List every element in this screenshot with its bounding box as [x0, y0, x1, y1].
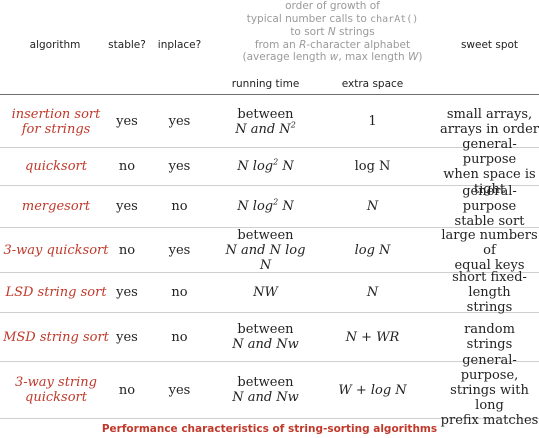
header-line-5-prefix: (average length — [242, 51, 330, 63]
table-row-algorithm: 3-way quicksort — [0, 228, 112, 272]
stable-value: yes — [116, 329, 138, 345]
sweet-spot-value: short fixed-length strings — [440, 270, 539, 315]
running-time-text: N log — [237, 159, 274, 174]
algorithm-name-line: for strings — [21, 121, 91, 137]
sweet-spot-line: arrays in order — [440, 121, 539, 137]
running-time-text: N log — [237, 199, 274, 214]
table-row-algorithm: MSD string sort — [0, 313, 112, 361]
sweet-spot-value: general-purpose, strings with long prefi… — [440, 353, 539, 428]
header-var-W: W — [408, 51, 419, 63]
table-row-algorithm: mergesort — [0, 186, 112, 227]
stable-value: no — [118, 382, 136, 398]
col-header-algorithm: algorithm — [29, 39, 81, 51]
stable-value: yes — [116, 199, 138, 214]
running-time-value: N log2 N — [218, 186, 313, 227]
col-header-running-time: running time — [231, 78, 300, 90]
exponent: 2 — [290, 120, 296, 130]
stable-value: yes — [116, 114, 138, 129]
algorithm-name-line: insertion sort — [11, 106, 101, 122]
sweet-spot-line: strings with long — [450, 382, 529, 413]
sweet-spot-line: short fixed-length — [452, 270, 527, 300]
header-line-4-suffix: -character alphabet — [306, 38, 411, 51]
header-line-4: from an R-character alphabet — [220, 39, 445, 52]
header-rule — [0, 94, 539, 95]
extra-space-value: N — [366, 199, 379, 214]
header-line-3: to sort N strings — [220, 26, 445, 39]
inplace-value: yes — [168, 114, 191, 129]
extra-space-value: W + log N — [338, 382, 407, 398]
running-time-value: between N and N log N — [218, 227, 313, 273]
col-header-sweet-spot: sweet spot — [460, 39, 519, 51]
running-time-value: between N and Nw — [218, 362, 313, 418]
running-time-tail: N — [278, 199, 294, 214]
running-time-line: N and N2 — [235, 120, 296, 137]
stable-value: yes — [116, 285, 138, 300]
sweet-spot-line: general-purpose — [462, 136, 517, 167]
charat-code: charAt() — [370, 13, 419, 25]
algorithm-name-line: quicksort — [25, 390, 87, 405]
running-time-line: N log2 N — [237, 198, 294, 214]
algorithm-name-line: quicksort — [25, 159, 87, 174]
header-line-2: typical number calls to charAt() — [220, 13, 445, 27]
stable-value: no — [118, 242, 136, 258]
inplace-value: no — [171, 199, 188, 214]
sweet-spot-line: general-purpose, — [460, 352, 519, 383]
algorithm-name-line: 3-way quicksort — [3, 242, 109, 258]
col-header-extra-space: extra space — [341, 78, 404, 90]
running-time-line: between — [237, 375, 294, 390]
sweet-spot-line: large numbers of — [441, 227, 538, 258]
running-time-text: N and N — [235, 121, 291, 137]
header-line-3-suffix: strings — [335, 26, 375, 38]
sweet-spot-value: general-purpose stable sort — [440, 184, 539, 229]
running-time-value: NW — [253, 285, 278, 300]
table-row-algorithm: 3-way string quicksort — [0, 362, 112, 418]
table-row-algorithm: LSD string sort — [0, 273, 112, 312]
extra-space-value: log N — [354, 159, 391, 174]
inplace-value: no — [171, 329, 188, 345]
complexity-header: order of growth of typical number calls … — [220, 0, 445, 64]
sweet-spot-line: general-purpose — [462, 184, 517, 214]
sweet-spot-line: random strings — [464, 322, 515, 352]
col-header-stable: stable? — [108, 39, 146, 51]
inplace-value: yes — [168, 242, 191, 258]
inplace-value: yes — [168, 159, 191, 174]
running-time-line: N and N log N — [225, 242, 306, 273]
running-time-value: between N and Nw — [218, 313, 313, 361]
header-line-5: (average length w, max length W) — [220, 51, 445, 64]
inplace-value: yes — [168, 382, 191, 398]
header-line-4-prefix: from an — [254, 38, 300, 51]
header-var-n: N — [327, 26, 336, 38]
extra-space-value: N + WR — [345, 329, 400, 345]
running-time-line: between — [237, 227, 294, 243]
stable-value: no — [118, 159, 136, 174]
algorithm-name-line: mergesort — [21, 199, 91, 214]
extra-space-value: N — [366, 285, 379, 300]
algorithm-name-line: 3-way string — [15, 375, 97, 390]
table-caption: Performance characteristics of string-so… — [101, 423, 438, 435]
running-time-value: N log2 N — [218, 148, 313, 185]
running-time-line: between — [237, 106, 294, 122]
extra-space-value: 1 — [368, 114, 377, 129]
extra-space-value: log N — [354, 242, 391, 258]
col-header-inplace: inplace? — [157, 39, 202, 51]
running-time-line: N log2 N — [237, 158, 294, 174]
inplace-value: no — [171, 285, 188, 300]
sweet-spot-value: general-purpose when space is tight — [440, 137, 539, 197]
sweet-spot-value: large numbers of equal keys — [440, 227, 539, 273]
header-line-5-suffix: ) — [418, 51, 423, 63]
running-time-value: between N and N2 — [218, 96, 313, 147]
header-line-2-text: typical number calls to — [246, 12, 371, 25]
header-line-1: order of growth of — [285, 0, 380, 12]
running-time-tail: N — [278, 159, 294, 174]
header-line-5-mid: , max length — [338, 51, 409, 63]
sweet-spot-line: small arrays, — [446, 106, 533, 122]
table-row-algorithm: quicksort — [0, 148, 112, 185]
running-time-line: N and Nw — [232, 390, 299, 405]
table-row-algorithm: insertion sort for strings — [0, 96, 112, 147]
running-time-line: N and Nw — [232, 337, 299, 352]
algorithm-name-line: MSD string sort — [3, 329, 109, 345]
algorithm-name-line: LSD string sort — [5, 285, 107, 300]
header-line-3-prefix: to sort — [290, 26, 328, 38]
running-time-line: between — [237, 322, 294, 337]
